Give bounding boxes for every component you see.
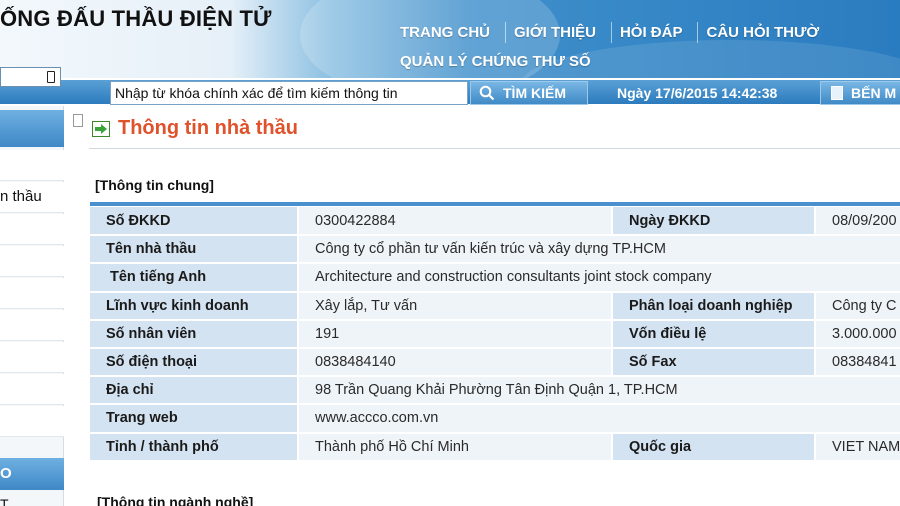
right-button-label: BẾN M [851,85,897,101]
field-label: Ngày ĐKKD [612,207,816,237]
collapse-toggle[interactable] [73,114,83,127]
left-search-field[interactable] [0,67,61,87]
field-value: 08384841 [815,347,900,378]
field-label: Phân loại doanh nghiệp [612,291,816,321]
search-input[interactable]: Nhập từ khóa chính xác để tìm kiếm thông… [110,81,468,105]
arrow-right-icon [92,120,110,137]
sidebar-item-contractor[interactable]: n thầu [0,182,64,213]
sidebar-item[interactable] [0,150,64,181]
table-row: Địa chỉ 98 Trần Quang Khải Phường Tân Đị… [90,376,900,406]
website-link[interactable]: www.accco.com.vn [298,404,900,434]
top-nav: TRANG CHỦ GIỚI THIỆU HỎI ĐÁP CÂU HỎI THƯ… [392,22,834,43]
sidebar-section-header[interactable]: O [0,458,64,490]
table-row: Trang web www.accco.com.vn [90,404,900,434]
table-row: Tên tiếng Anh Architecture and construct… [90,263,900,293]
nav-certificate-management[interactable]: QUẢN LÝ CHỨNG THƯ SỐ [400,53,591,70]
current-date: Ngày 17/6/2015 14:42:38 [617,85,778,101]
sidebar-header [0,110,64,147]
field-label: Tỉnh / thành phố [90,432,299,462]
field-value: Architecture and construction consultant… [298,263,900,293]
site-header: ỐNG ĐẤU THẦU ĐIỆN TỬ TRANG CHỦ GIỚI THIỆ… [0,0,900,78]
field-label: Quốc gia [612,432,816,462]
right-header-button[interactable]: BẾN M [820,81,900,105]
section-divider [90,202,900,206]
field-value: VIET NAM [815,432,900,462]
search-button-label: TÌM KIẾM [503,85,566,101]
contractor-info-table: Số ĐKKD 0300422884 Ngày ĐKKD 08/09/200 T… [90,207,900,462]
section-general-info: [Thông tin chung] [95,177,214,193]
field-label: Địa chỉ [90,376,299,406]
sidebar-item[interactable] [0,278,64,309]
field-value: 3.000.000 [815,319,900,349]
search-button[interactable]: TÌM KIẾM [470,81,588,105]
table-row: Lĩnh vực kinh doanh Xây lắp, Tư vấn Phân… [90,291,900,321]
nav-faq[interactable]: CÂU HỎI THƯỜ [698,22,834,43]
field-icon [47,71,55,83]
sidebar-item[interactable] [0,342,64,373]
field-label: Số ĐKKD [90,207,299,237]
page-title-text: Thông tin nhà thầu [118,117,298,139]
table-row: Số nhân viên 191 Vốn điều lệ 3.000.000 [90,319,900,349]
field-value: 0300422884 [298,207,613,237]
table-row: Số ĐKKD 0300422884 Ngày ĐKKD 08/09/200 [90,207,900,237]
field-value: Công ty C [815,291,900,321]
field-label: Lĩnh vực kinh doanh [90,291,299,321]
field-value: Công ty cổ phần tư vấn kiến trúc và xây … [298,235,900,265]
field-label: Tên tiếng Anh [90,263,299,293]
field-value: 08/09/200 [815,207,900,237]
sidebar-item[interactable] [0,310,64,341]
sidebar-item[interactable] [0,246,64,277]
field-label: Số Fax [612,347,816,378]
field-value: 98 Trần Quang Khải Phường Tân Định Quận … [298,376,900,406]
left-sidebar: n thầu O T [0,106,64,506]
document-icon [831,86,843,100]
field-label: Số điện thoại [90,347,299,378]
table-row: Tỉnh / thành phố Thành phố Hồ Chí Minh Q… [90,432,900,462]
table-row: Tên nhà thầu Công ty cổ phần tư vấn kiến… [90,235,900,265]
table-row: Số điện thoại 0838484140 Số Fax 08384841 [90,347,900,378]
field-label: Tên nhà thầu [90,235,299,265]
site-title: ỐNG ĐẤU THẦU ĐIỆN TỬ [0,6,272,31]
field-value: 0838484140 [298,347,613,378]
nav-qa[interactable]: HỎI ĐÁP [612,22,699,43]
sidebar-item[interactable] [0,406,64,437]
field-value: Xây lắp, Tư vấn [298,291,613,321]
field-value: Thành phố Hồ Chí Minh [298,432,613,462]
sidebar-item[interactable]: T [0,496,64,506]
page-title: Thông tin nhà thầu [92,117,298,140]
field-label: Trang web [90,404,299,434]
title-divider [89,148,900,149]
nav-about[interactable]: GIỚI THIỆU [506,22,612,43]
search-icon [479,85,495,101]
field-label: Vốn điều lệ [612,319,816,349]
field-value: 191 [298,319,613,349]
nav-home[interactable]: TRANG CHỦ [392,22,506,43]
section-industry-info: [Thông tin ngành nghề] [97,494,254,506]
sidebar-item[interactable] [0,214,64,245]
field-label: Số nhân viên [90,319,299,349]
sidebar-item[interactable] [0,374,64,405]
